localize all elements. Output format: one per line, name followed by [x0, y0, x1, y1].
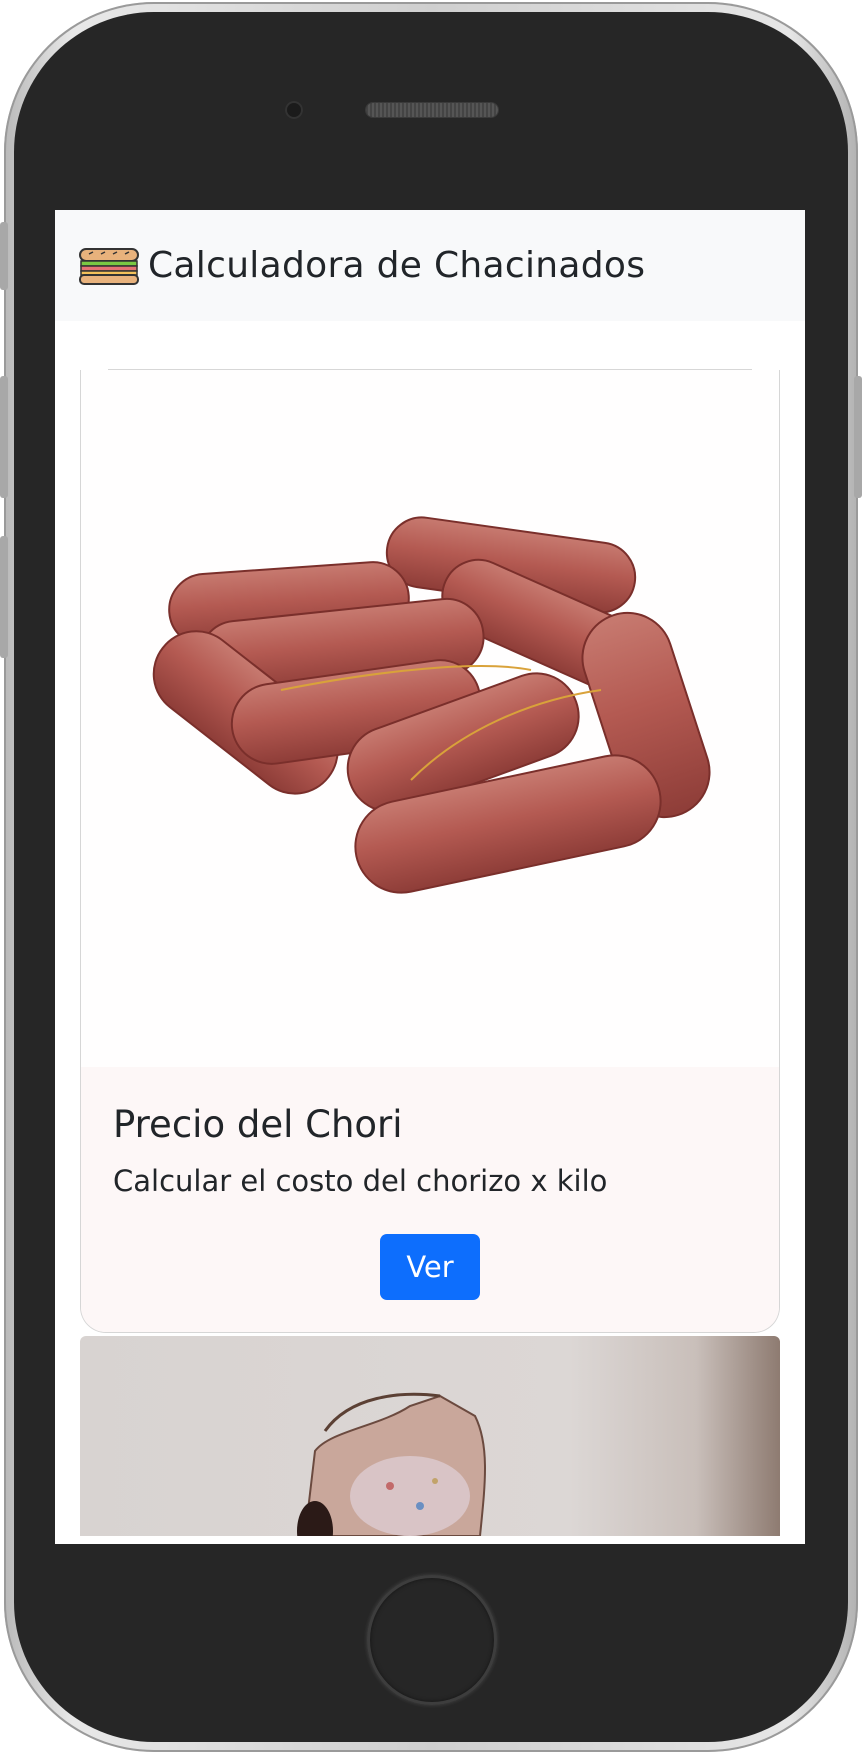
sandwich-icon [79, 247, 139, 285]
home-button[interactable] [367, 1575, 497, 1705]
card-title: Precio del Chori [113, 1103, 403, 1146]
front-camera [285, 101, 303, 119]
screen: Calculadora de Chacinados Precio del Cho… [55, 210, 805, 1544]
card-body: Precio del Chori Calcular el costo del c… [81, 1067, 779, 1332]
card-chori: Precio del Chori Calcular el costo del c… [80, 370, 780, 1333]
power-button [854, 376, 862, 498]
navbar: Calculadora de Chacinados [55, 210, 805, 321]
card-actions: Ver [113, 1234, 747, 1300]
earpiece-speaker [366, 103, 498, 117]
mute-switch [0, 222, 8, 290]
volume-down-button [0, 536, 8, 658]
app-title[interactable]: Calculadora de Chacinados [148, 245, 645, 286]
view-button[interactable]: Ver [380, 1234, 480, 1300]
volume-up-button [0, 376, 8, 498]
card-text: Calcular el costo del chorizo x kilo [113, 1164, 608, 1198]
main-content: Precio del Chori Calcular el costo del c… [55, 369, 805, 1536]
chorizo-sausages-image [81, 370, 779, 1067]
cured-meat-image [80, 1336, 780, 1536]
